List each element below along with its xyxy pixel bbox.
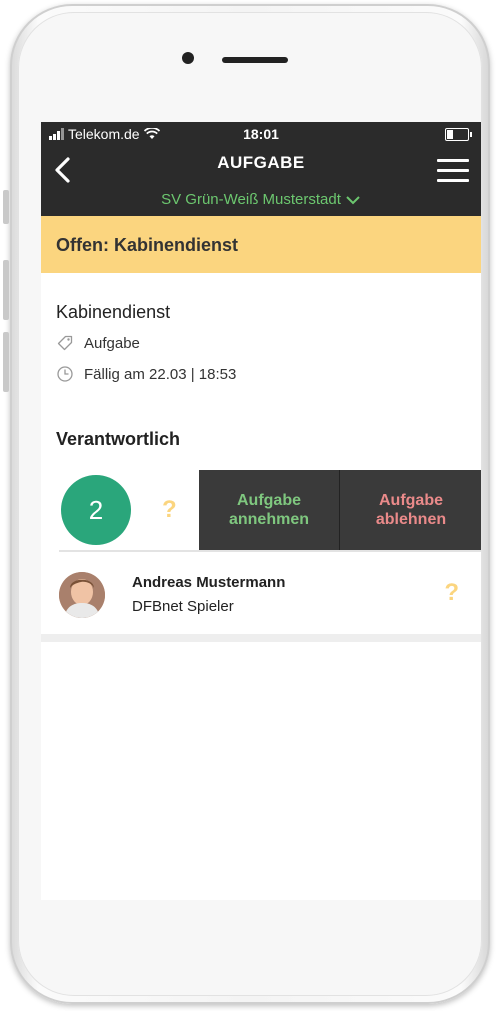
- task-due-row: Fällig am 22.03 | 18:53: [56, 365, 236, 383]
- decline-task-button[interactable]: Aufgabe ablehnen: [339, 470, 481, 550]
- clock-time: 18:01: [243, 126, 279, 142]
- battery-level: [447, 130, 453, 139]
- status-bar: Telekom.de 18:01: [41, 122, 481, 146]
- responsible-count-badge: 2: [61, 475, 131, 545]
- task-status-banner: Offen: Kabinendienst: [41, 216, 481, 273]
- chevron-down-icon: [346, 196, 360, 205]
- decline-label-line1: Aufgabe: [378, 492, 443, 509]
- task-status-text: Offen: Kabinendienst: [56, 235, 239, 255]
- page-title: AUFGABE: [217, 153, 305, 172]
- phone-mute-switch: [3, 190, 9, 224]
- task-type-row: Aufgabe: [56, 334, 140, 352]
- member-role: DFBnet Spieler: [132, 598, 234, 615]
- list-bottom-divider: [41, 634, 481, 642]
- phone-volume-up: [3, 260, 9, 320]
- decline-label-line2: ablehnen: [375, 511, 447, 528]
- accept-label-line1: Aufgabe: [236, 492, 301, 509]
- task-name: Kabinendienst: [56, 302, 171, 322]
- club-name: SV Grün-Weiß Musterstadt: [161, 191, 341, 208]
- clock-icon: [57, 366, 73, 382]
- earpiece-speaker: [222, 57, 288, 63]
- person-avatar-icon: [59, 572, 105, 618]
- navigation-bar: AUFGABE SV Grün-Weiß Musterstadt: [41, 146, 481, 216]
- task-type: Aufgabe: [84, 334, 140, 352]
- accept-task-button[interactable]: Aufgabe annehmen: [199, 470, 339, 550]
- app-screen: Telekom.de 18:01 AUFGABE SV Grün-Weiß Mu…: [41, 122, 481, 900]
- member-status-icon: ?: [444, 579, 459, 606]
- avatar: [59, 572, 105, 618]
- front-camera: [182, 52, 194, 64]
- hamburger-menu-icon[interactable]: [437, 159, 469, 183]
- member-name: Andreas Mustermann: [132, 574, 286, 591]
- battery-icon: [445, 128, 472, 141]
- task-due: Fällig am 22.03 | 18:53: [84, 365, 237, 383]
- tag-icon: [57, 335, 73, 351]
- phone-volume-down: [3, 332, 9, 392]
- list-item[interactable]: Andreas Mustermann DFBnet Spieler ?: [41, 552, 481, 638]
- pending-status-icon: ?: [162, 496, 177, 523]
- response-action-row: 2 ? Aufgabe annehmen Aufgabe ablehnen: [41, 470, 481, 550]
- club-selector[interactable]: SV Grün-Weiß Musterstadt: [41, 191, 481, 208]
- responsible-heading: Verantwortlich: [56, 429, 181, 449]
- accept-label-line2: annehmen: [228, 511, 309, 528]
